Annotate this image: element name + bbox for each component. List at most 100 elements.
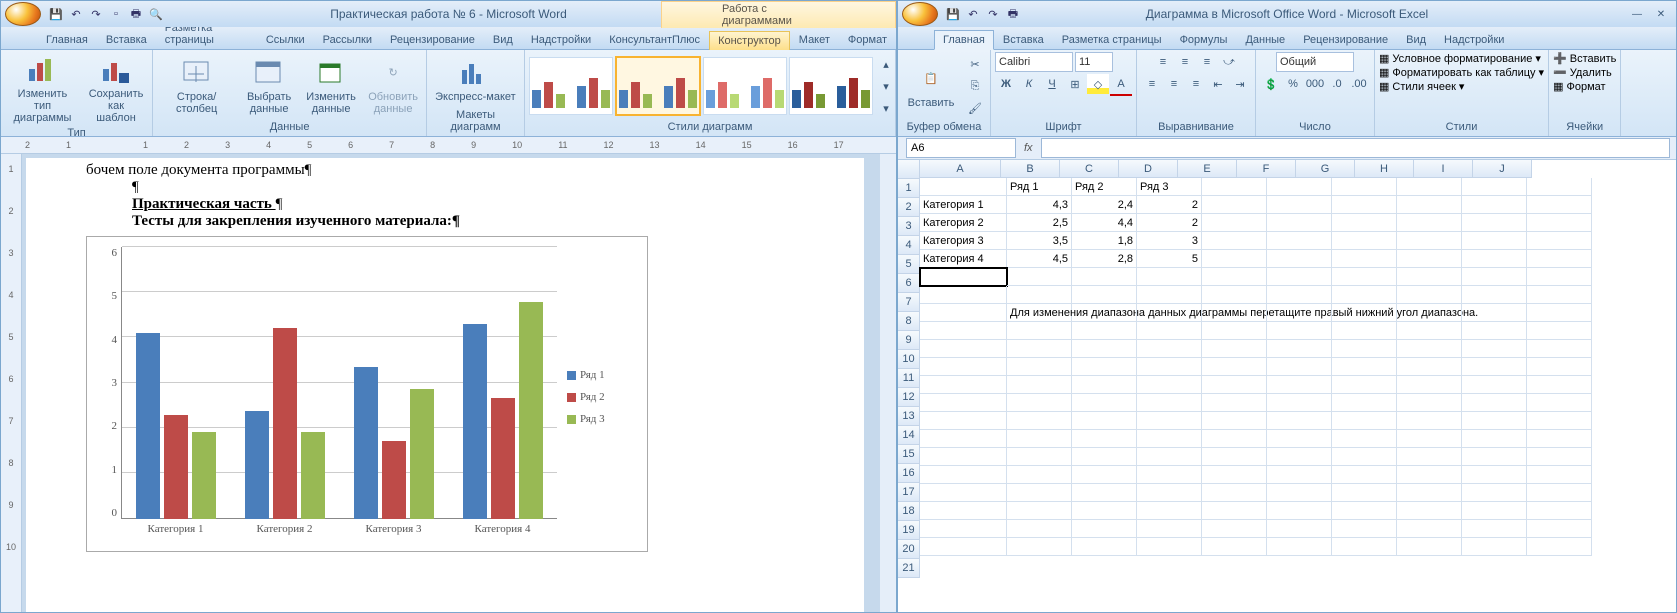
- row-header[interactable]: 2: [898, 198, 920, 217]
- cell[interactable]: [920, 358, 1007, 376]
- cut-icon[interactable]: ✂: [964, 54, 986, 74]
- cell[interactable]: [1267, 466, 1332, 484]
- cell[interactable]: [1137, 412, 1202, 430]
- cell[interactable]: [920, 268, 1007, 286]
- cell[interactable]: [920, 178, 1007, 196]
- format-cells-button[interactable]: ▦ Формат: [1553, 80, 1605, 93]
- cell[interactable]: [1527, 448, 1592, 466]
- cell[interactable]: [1137, 376, 1202, 394]
- cell[interactable]: [1007, 448, 1072, 466]
- bot-align-icon[interactable]: ≡: [1196, 52, 1218, 72]
- tab-chartlayout[interactable]: Макет: [790, 30, 839, 49]
- xl-save-icon[interactable]: 💾: [944, 5, 962, 23]
- cell[interactable]: [1202, 466, 1267, 484]
- cell[interactable]: [1267, 448, 1332, 466]
- col-header[interactable]: D: [1119, 160, 1178, 178]
- indent-dec-icon[interactable]: ⇤: [1207, 74, 1229, 94]
- col-header[interactable]: A: [920, 160, 1001, 178]
- cell[interactable]: [1462, 412, 1527, 430]
- quick-layout-button[interactable]: Экспресс-макет: [431, 55, 520, 105]
- horizontal-ruler[interactable]: 211234567891011121314151617: [1, 137, 896, 154]
- cell[interactable]: [1072, 394, 1137, 412]
- cell[interactable]: [1072, 466, 1137, 484]
- cell[interactable]: [1137, 286, 1202, 304]
- cell[interactable]: [1527, 304, 1592, 322]
- row-header[interactable]: 12: [898, 388, 920, 407]
- cell[interactable]: Ряд 2: [1072, 178, 1137, 196]
- cell[interactable]: [1072, 322, 1137, 340]
- cond-format-button[interactable]: ▦Условное форматирование ▾: [1379, 52, 1541, 65]
- cell[interactable]: [1202, 538, 1267, 556]
- select-all-button[interactable]: [898, 160, 920, 179]
- cell[interactable]: [1007, 322, 1072, 340]
- cell[interactable]: [1202, 286, 1267, 304]
- underline-button[interactable]: Ч: [1041, 74, 1063, 94]
- right-align-icon[interactable]: ≡: [1185, 74, 1207, 94]
- cell[interactable]: [1397, 520, 1462, 538]
- chart-object[interactable]: 0123456 Категория 1Категория 2Категория …: [86, 236, 648, 552]
- tab-home[interactable]: Главная: [37, 30, 97, 49]
- change-chart-type-button[interactable]: Изменить тип диаграммы: [5, 52, 80, 126]
- cell[interactable]: [1072, 502, 1137, 520]
- cell[interactable]: [1202, 340, 1267, 358]
- cell[interactable]: [1332, 466, 1397, 484]
- xl-minimize-icon[interactable]: —: [1626, 6, 1648, 22]
- xl-tab-formulas[interactable]: Формулы: [1171, 30, 1237, 49]
- office-button[interactable]: [5, 2, 41, 26]
- cell[interactable]: [1462, 322, 1527, 340]
- tab-refs[interactable]: Ссылки: [257, 30, 314, 49]
- cell[interactable]: [1397, 340, 1462, 358]
- redo-icon[interactable]: ↷: [87, 5, 105, 23]
- row-header[interactable]: 20: [898, 540, 920, 559]
- cell[interactable]: [1267, 322, 1332, 340]
- col-header[interactable]: J: [1473, 160, 1532, 178]
- cell[interactable]: 4,3: [1007, 196, 1072, 214]
- cell[interactable]: [1267, 358, 1332, 376]
- cell[interactable]: [1462, 376, 1527, 394]
- xl-tab-insert[interactable]: Вставка: [994, 30, 1053, 49]
- cell[interactable]: [1332, 340, 1397, 358]
- cell[interactable]: [1397, 232, 1462, 250]
- chart-style-4[interactable]: [789, 57, 873, 115]
- select-data-button[interactable]: Выбрать данные: [240, 55, 298, 117]
- cell[interactable]: [1332, 268, 1397, 286]
- cell[interactable]: [1527, 196, 1592, 214]
- cell[interactable]: [1267, 178, 1332, 196]
- word-page[interactable]: бочем поле документа программы¶ ¶ Практи…: [26, 158, 864, 612]
- cell[interactable]: [1072, 268, 1137, 286]
- cell[interactable]: [1202, 394, 1267, 412]
- cell[interactable]: [1072, 304, 1137, 322]
- row-header[interactable]: 14: [898, 426, 920, 445]
- row-header[interactable]: 13: [898, 407, 920, 426]
- cell[interactable]: [1267, 376, 1332, 394]
- indent-inc-icon[interactable]: ⇥: [1229, 74, 1251, 94]
- cell[interactable]: [1462, 268, 1527, 286]
- fill-color-icon[interactable]: ◇: [1087, 74, 1109, 94]
- cell[interactable]: [1137, 520, 1202, 538]
- row-header[interactable]: 6: [898, 274, 920, 293]
- row-header[interactable]: 8: [898, 312, 920, 331]
- cell[interactable]: [1462, 178, 1527, 196]
- cell[interactable]: [1527, 322, 1592, 340]
- cell[interactable]: [1007, 466, 1072, 484]
- cell[interactable]: [1527, 286, 1592, 304]
- dec-dec-icon[interactable]: .00: [1348, 74, 1370, 94]
- cell[interactable]: [1072, 538, 1137, 556]
- cell[interactable]: Ряд 1: [1007, 178, 1072, 196]
- cell[interactable]: [1527, 358, 1592, 376]
- cell[interactable]: [1267, 394, 1332, 412]
- cell[interactable]: [1137, 358, 1202, 376]
- cell[interactable]: [1137, 394, 1202, 412]
- row-header[interactable]: 11: [898, 369, 920, 388]
- cell[interactable]: [920, 394, 1007, 412]
- col-header[interactable]: B: [1001, 160, 1060, 178]
- cell[interactable]: [1397, 412, 1462, 430]
- cell[interactable]: [1137, 322, 1202, 340]
- cell[interactable]: [1527, 466, 1592, 484]
- xl-print-icon[interactable]: 🖶: [1004, 5, 1022, 23]
- cell[interactable]: [1397, 538, 1462, 556]
- cell[interactable]: [1397, 358, 1462, 376]
- cell[interactable]: [1462, 520, 1527, 538]
- currency-icon[interactable]: 💲: [1260, 74, 1282, 94]
- tab-consultant[interactable]: КонсультантПлюс: [600, 30, 709, 49]
